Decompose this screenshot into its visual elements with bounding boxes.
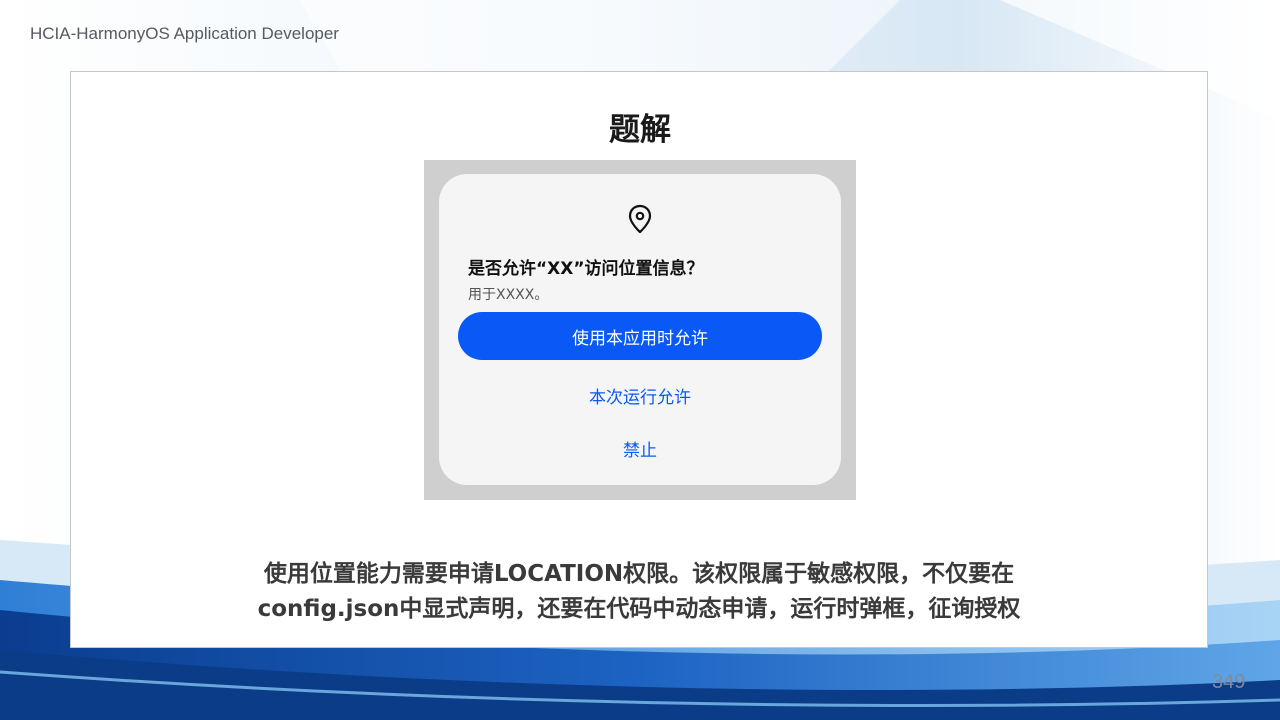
dialog-subtitle: 用于XXXX。	[468, 287, 549, 303]
allow-while-using-button[interactable]: 使用本应用时允许	[458, 312, 822, 360]
allow-this-time-label: 本次运行允许	[589, 388, 691, 408]
caption-line-1: 使用位置能力需要申请LOCATION权限。该权限属于敏感权限，不仅要在	[263, 561, 1015, 587]
deny-button[interactable]: 禁止	[458, 435, 822, 467]
course-header: HCIA-HarmonyOS Application Developer	[30, 24, 339, 43]
caption-line-2: config.json中显式声明，还要在代码中动态申请，运行时弹框，征询授权	[257, 596, 1021, 622]
slide-title: 题解	[609, 112, 671, 148]
allow-while-using-label: 使用本应用时允许	[572, 328, 708, 349]
allow-this-time-button[interactable]: 本次运行允许	[458, 382, 822, 414]
dialog-title: 是否允许“XX”访问位置信息？	[468, 259, 704, 279]
location-pin-icon	[628, 204, 652, 234]
page-number: 349	[1212, 671, 1246, 693]
deny-label: 禁止	[623, 441, 657, 461]
